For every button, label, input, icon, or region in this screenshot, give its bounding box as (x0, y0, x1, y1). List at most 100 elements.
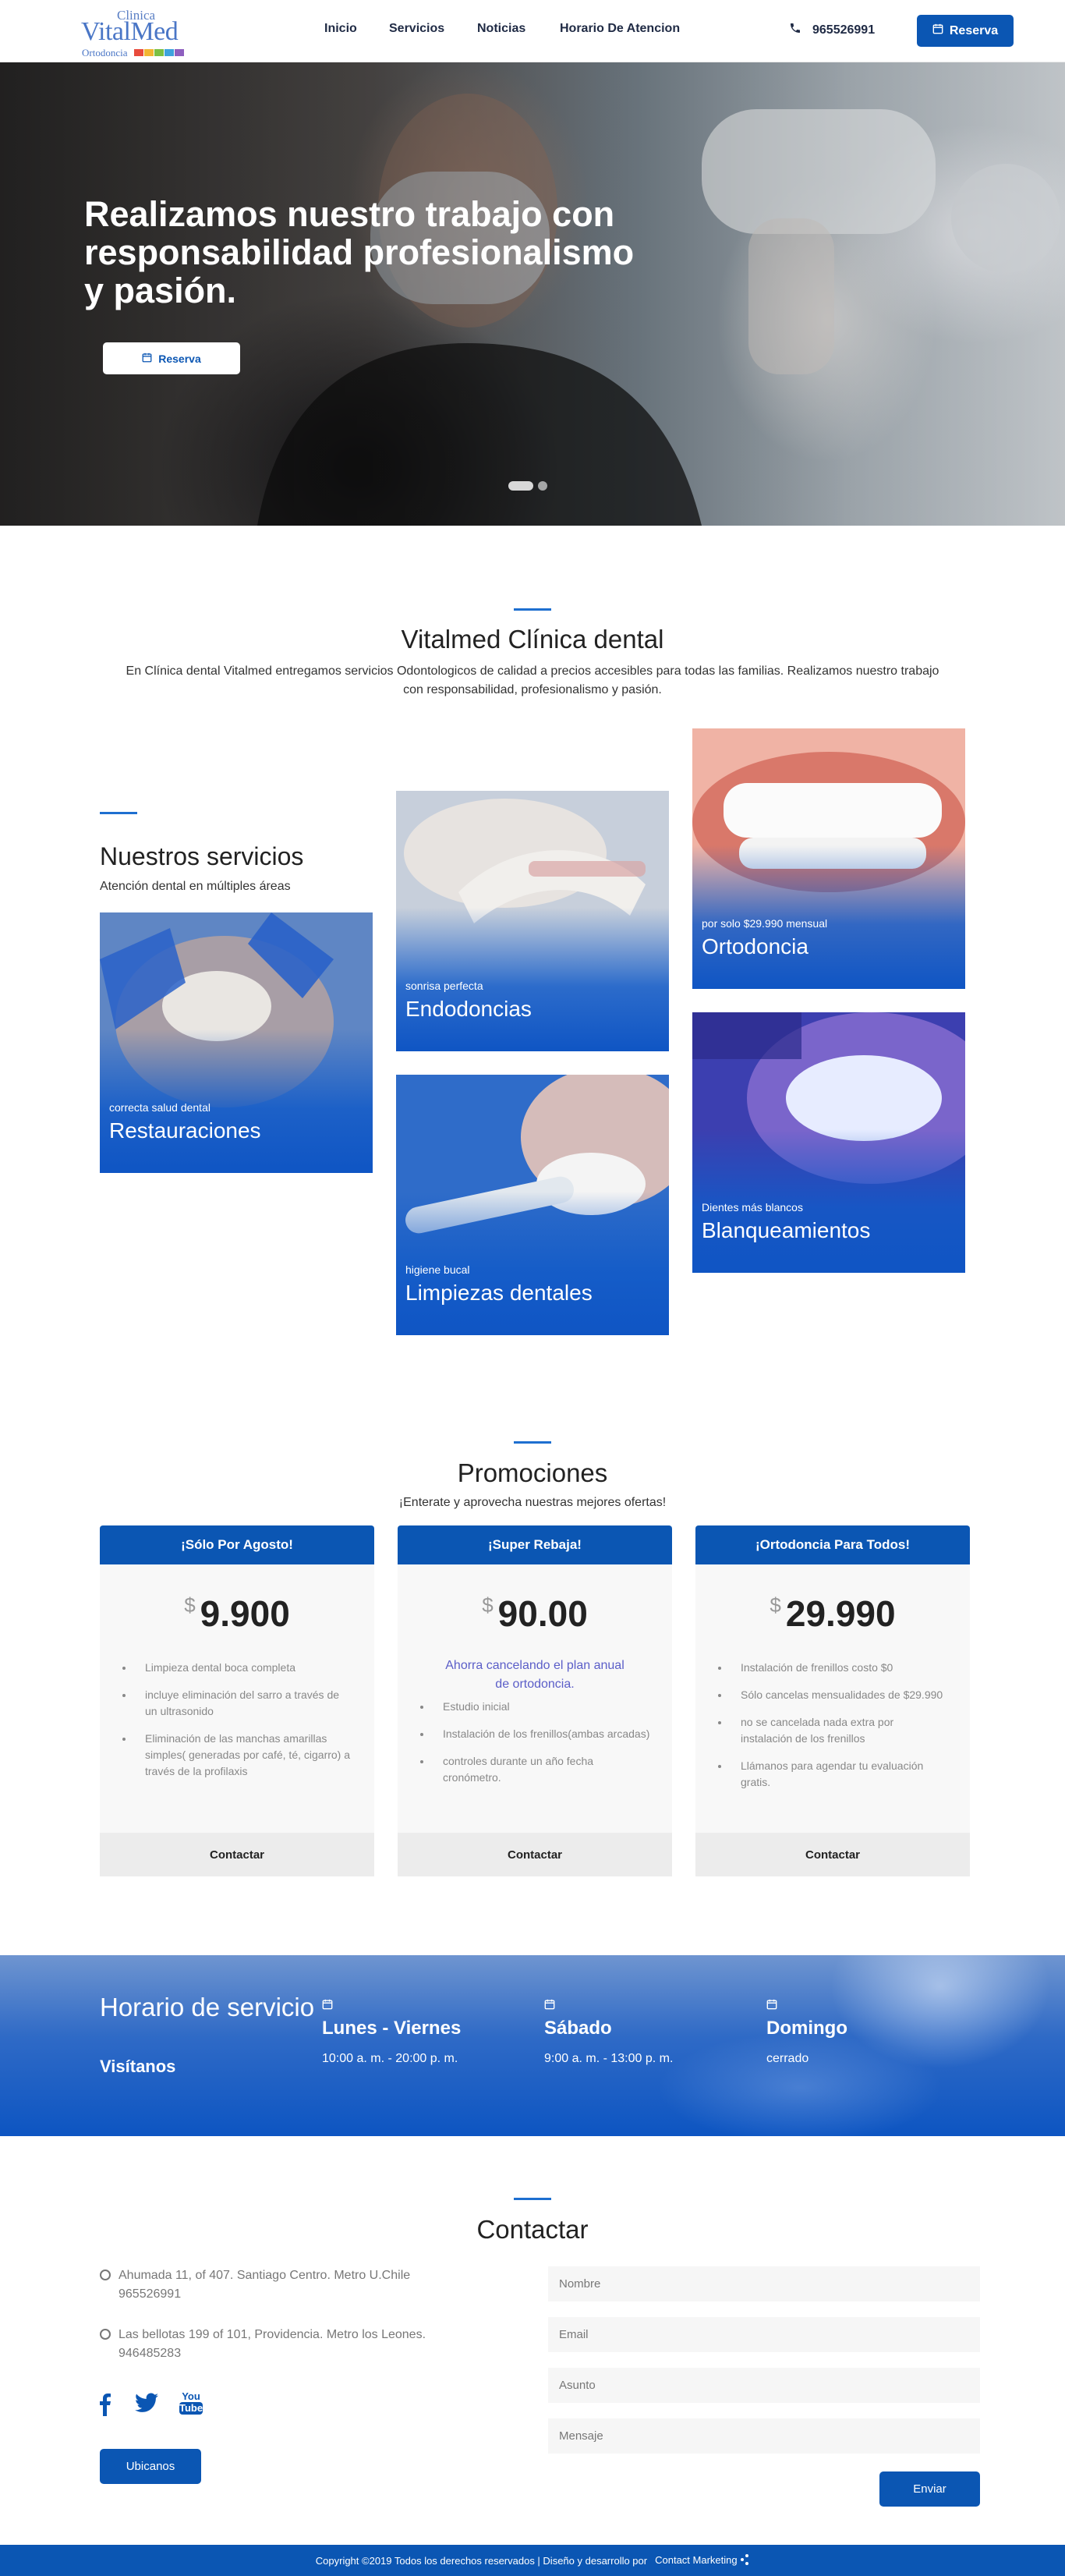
promo-price: $9.900 (100, 1593, 374, 1635)
hero-reserve-button[interactable]: Reserva (103, 342, 240, 374)
message-input[interactable] (548, 2418, 980, 2454)
nav-horario[interactable]: Horario De Atencion (560, 22, 680, 36)
intro-title: Vitalmed Clínica dental (401, 625, 664, 654)
promo-features: Estudio inicial Instalación de los freni… (432, 1699, 650, 1797)
hero-title: Realizamos nuestro trabajo con responsab… (84, 194, 635, 310)
calendar-icon (544, 1999, 555, 2014)
promo-card-3: ¡Ortodoncia Para Todos! $29.990 Instalac… (695, 1525, 970, 1876)
calendar-icon (322, 1999, 333, 2014)
promo-card-1: ¡Sólo Por Agosto! $9.900 Limpieza dental… (100, 1525, 374, 1876)
promo-feature: Sólo cancelas mensualidades de $29.990 (730, 1687, 948, 1703)
promo-feature: Llámanos para agendar tu evaluación grat… (730, 1758, 948, 1791)
youtube-label-top: You (182, 2390, 200, 2402)
promo-feature: Instalación de los frenillos(ambas arcad… (432, 1726, 650, 1742)
promo-note: Ahorra cancelando el plan anual de ortod… (445, 1659, 624, 1691)
facebook-icon[interactable] (100, 2393, 111, 2420)
nav-servicios[interactable]: Servicios (389, 22, 444, 36)
location-marker-icon (100, 2329, 111, 2340)
card-caption: Dientes más blancos (702, 1201, 803, 1214)
schedule-day-name: Lunes - Viernes (322, 2018, 462, 2039)
nav-inicio[interactable]: Inicio (324, 22, 357, 36)
promo-feature: controles durante un año fecha cronómetr… (432, 1753, 650, 1786)
hero-reserve-label: Reserva (158, 352, 201, 365)
logo-sub-text: Ortodoncia (82, 47, 128, 58)
address-line: Las bellotas 199 of 101, Providencia. Me… (119, 2328, 426, 2341)
site-header: Clinica VitalMed Ortodoncia Inicio Servi… (0, 0, 1065, 62)
promo-feature: Estudio inicial (432, 1699, 650, 1715)
header-phone[interactable]: 965526991 (789, 22, 875, 38)
price-value: 90.00 (497, 1593, 588, 1634)
services-divider (100, 812, 137, 814)
schedule-day-hours: cerrado (766, 2052, 809, 2065)
slider-dots (508, 481, 547, 491)
email-input[interactable] (548, 2317, 980, 2352)
address-phone: 965526991 (119, 2287, 182, 2301)
youtube-label-bottom: Tube (179, 2402, 203, 2415)
map-button[interactable]: Ubicanos (100, 2449, 201, 2484)
card-caption: sonrisa perfecta (405, 980, 483, 992)
schedule-title: Horario de servicio (100, 1993, 315, 2021)
promo-price: $90.00 (398, 1593, 672, 1635)
address-line: Ahumada 11, of 407. Santiago Centro. Met… (119, 2269, 411, 2282)
reserve-label: Reserva (949, 23, 999, 37)
promo-feature: no se cancelada nada extra por instalaci… (730, 1714, 948, 1747)
clinic-logo[interactable]: Clinica VitalMed Ortodoncia (81, 6, 190, 58)
card-title: Endodoncias (405, 997, 532, 1021)
promotions-divider (514, 1441, 551, 1444)
site-footer: Copyright ©2019 Todos los derechos reser… (0, 2545, 1065, 2576)
youtube-icon[interactable]: You Tube (179, 2391, 203, 2415)
twitter-icon[interactable] (135, 2393, 158, 2417)
footer-brand-link[interactable]: Contact Marketing (655, 2553, 749, 2568)
phone-icon (789, 22, 801, 38)
service-card-restauraciones[interactable]: correcta salud dental Restauraciones (100, 912, 373, 1173)
address-phone: 946485283 (119, 2347, 182, 2360)
calendar-icon (766, 1999, 777, 2014)
services-title: Nuestros servicios (100, 842, 304, 870)
promo-contact-button[interactable]: Contactar (398, 1833, 672, 1876)
reserve-button-header[interactable]: Reserva (917, 15, 1014, 47)
intro-text: En Clínica dental Vitalmed entregamos se… (126, 664, 939, 696)
subject-input[interactable] (548, 2368, 980, 2403)
service-card-limpiezas[interactable]: higiene bucal Limpiezas dentales (396, 1075, 669, 1335)
currency-symbol: $ (184, 1593, 196, 1617)
promotions-subtitle: ¡Enterate y aprovecha nuestras mejores o… (398, 1496, 667, 1509)
currency-symbol: $ (770, 1593, 781, 1617)
submit-button[interactable]: Enviar (879, 2471, 980, 2507)
promo-features: Instalación de frenillos costo $0 Sólo c… (730, 1660, 948, 1802)
nav-noticias[interactable]: Noticias (477, 22, 525, 36)
promo-feature: incluye eliminación del sarro a través d… (134, 1687, 352, 1720)
address-1: Ahumada 11, of 407. Santiago Centro. Met… (100, 2266, 410, 2304)
slider-dot-2[interactable] (538, 481, 547, 491)
card-caption: higiene bucal (405, 1263, 470, 1276)
price-value: 9.900 (200, 1593, 290, 1634)
schedule-day-hours: 9:00 a. m. - 13:00 p. m. (544, 2052, 674, 2065)
service-card-endodoncias[interactable]: sonrisa perfecta Endodoncias (396, 791, 669, 1051)
card-title: Ortodoncia (702, 934, 808, 958)
logo-color-bars (134, 49, 184, 56)
name-input[interactable] (548, 2266, 980, 2301)
schedule-day-hours: 10:00 a. m. - 20:00 p. m. (322, 2052, 458, 2065)
slider-dot-1[interactable] (508, 481, 533, 491)
promotions-title: Promociones (457, 1458, 608, 1487)
promo-contact-button[interactable]: Contactar (695, 1833, 970, 1876)
hero-slider: Realizamos nuestro trabajo con responsab… (0, 62, 1065, 526)
promo-contact-button[interactable]: Contactar (100, 1833, 374, 1876)
promo-feature: Instalación de frenillos costo $0 (730, 1660, 948, 1676)
promo-header: ¡Sólo Por Agosto! (100, 1525, 374, 1564)
logo-main-text: VitalMed (81, 17, 179, 46)
promo-card-2: ¡Super Rebaja! $90.00 Ahorra cancelando … (398, 1525, 672, 1876)
contact-divider (514, 2198, 551, 2200)
promo-header: ¡Ortodoncia Para Todos! (695, 1525, 970, 1564)
address-2: Las bellotas 199 of 101, Providencia. Me… (100, 2326, 426, 2363)
brand-dots-icon (740, 2553, 749, 2568)
promo-price: $29.990 (695, 1593, 970, 1635)
card-title: Restauraciones (109, 1118, 261, 1143)
schedule-subtitle: Visítanos (100, 2057, 176, 2076)
service-card-blanqueamientos[interactable]: Dientes más blancos Blanqueamientos (692, 1012, 965, 1273)
card-caption: correcta salud dental (109, 1101, 211, 1114)
promo-feature: Limpieza dental boca completa (134, 1660, 352, 1676)
service-card-ortodoncia[interactable]: por solo $29.990 mensual Ortodoncia (692, 728, 965, 989)
copyright-text: Copyright ©2019 Todos los derechos reser… (315, 2554, 648, 2567)
promo-feature: Eliminación de las manchas amarillas sim… (134, 1731, 352, 1780)
phone-number: 965526991 (812, 23, 876, 37)
